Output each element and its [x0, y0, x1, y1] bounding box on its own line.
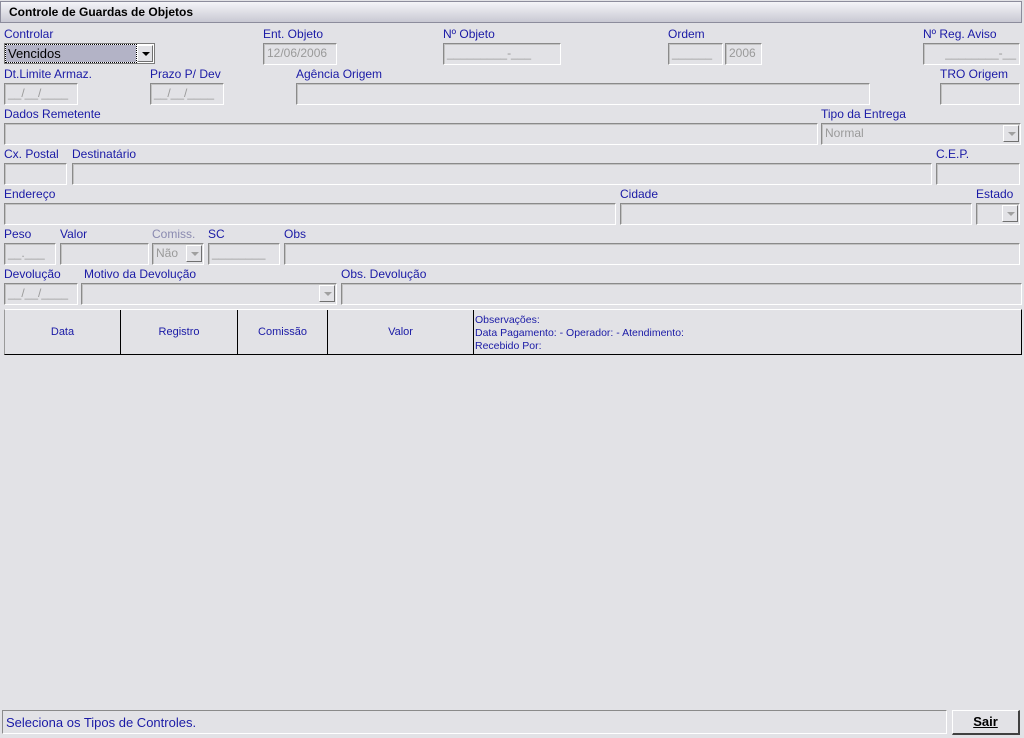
devolucao-label: Devolução: [4, 267, 61, 281]
comiss-value: Não: [156, 246, 179, 260]
dt-limite-field[interactable]: __/__/____: [4, 83, 78, 105]
endereco-label: Endereço: [4, 187, 56, 201]
ent-objeto-field[interactable]: 12/06/2006: [263, 43, 337, 65]
n-reg-aviso-label: Nº Reg. Aviso: [923, 27, 997, 41]
chevron-down-icon[interactable]: [137, 45, 153, 62]
notes-recebido: Recebido Por:: [475, 340, 542, 352]
status-bar: Seleciona os Tipos de Controles.: [2, 710, 947, 734]
motivo-devolucao-label: Motivo da Devolução: [84, 267, 197, 281]
obs-field[interactable]: [284, 243, 1020, 265]
column-header-notes: Observações: Data Pagamento: - Operador:…: [475, 314, 684, 353]
tipo-entrega-label: Tipo da Entrega: [821, 107, 906, 121]
column-header-valor[interactable]: Valor: [328, 310, 474, 354]
cep-field[interactable]: [936, 163, 1020, 185]
n-objeto-label: Nº Objeto: [443, 27, 495, 41]
peso-label: Peso: [4, 227, 32, 241]
cidade-label: Cidade: [620, 187, 659, 201]
ordem-year-field[interactable]: 2006: [725, 43, 762, 65]
dados-remetente-field[interactable]: [4, 123, 818, 145]
agencia-origem-field[interactable]: [296, 83, 870, 105]
cx-postal-label: Cx. Postal: [4, 147, 59, 161]
agencia-origem-label: Agência Origem: [296, 67, 383, 81]
controlar-dropdown[interactable]: Vencidos: [4, 43, 155, 64]
tipo-entrega-dropdown[interactable]: Normal: [821, 123, 1021, 145]
controlar-label: Controlar: [4, 27, 54, 41]
sair-button[interactable]: Sair: [952, 710, 1020, 735]
n-reg-aviso-field[interactable]: ________-__: [923, 43, 1020, 65]
status-text: Seleciona os Tipos de Controles.: [6, 715, 197, 730]
ent-objeto-label: Ent. Objeto: [263, 27, 324, 41]
dt-limite-label: Dt.Limite Armaz.: [4, 67, 93, 81]
estado-dropdown[interactable]: [976, 203, 1020, 225]
sc-field[interactable]: ________: [208, 243, 280, 265]
column-header-comissao[interactable]: Comissão: [238, 310, 328, 354]
comiss-label: Comiss.: [152, 227, 196, 241]
valor-field[interactable]: [60, 243, 149, 265]
tro-origem-label: TRO Origem: [940, 67, 1009, 81]
prazo-dev-label: Prazo P/ Dev: [150, 67, 221, 81]
destinatario-field[interactable]: [72, 163, 932, 185]
cidade-field[interactable]: [620, 203, 972, 225]
chevron-down-icon[interactable]: [319, 285, 335, 302]
destinatario-label: Destinatário: [72, 147, 137, 161]
tipo-entrega-value: Normal: [825, 126, 864, 140]
controlar-value: Vencidos: [5, 44, 137, 63]
window-title: Controle de Guardas de Objetos: [9, 5, 194, 19]
peso-field[interactable]: __.___: [4, 243, 56, 265]
notes-observacoes: Observações:: [475, 314, 540, 326]
tro-origem-field[interactable]: [940, 83, 1020, 105]
ordem-label: Ordem: [668, 27, 705, 41]
records-grid-header: Data Registro Comissão Valor Observações…: [4, 309, 1022, 355]
estado-label: Estado: [976, 187, 1014, 201]
obs-label: Obs: [284, 227, 307, 241]
obs-devolucao-field[interactable]: [341, 283, 1022, 305]
column-header-registro[interactable]: Registro: [121, 310, 238, 354]
sc-label: SC: [208, 227, 225, 241]
valor-label: Valor: [60, 227, 88, 241]
chevron-down-icon[interactable]: [186, 245, 202, 262]
motivo-devolucao-dropdown[interactable]: [81, 283, 337, 305]
notes-pagamento: Data Pagamento: - Operador: - Atendiment…: [475, 327, 684, 339]
cx-postal-field[interactable]: [4, 163, 67, 185]
prazo-dev-field[interactable]: __/__/____: [150, 83, 224, 105]
dados-remetente-label: Dados Remetente: [4, 107, 101, 121]
comiss-dropdown[interactable]: Não: [152, 243, 204, 265]
n-objeto-field[interactable]: _________-___: [443, 43, 561, 65]
chevron-down-icon[interactable]: [1003, 125, 1019, 142]
cep-label: C.E.P.: [936, 147, 970, 161]
column-header-data[interactable]: Data: [5, 310, 121, 354]
devolucao-field[interactable]: __/__/____: [4, 283, 78, 305]
chevron-down-icon[interactable]: [1002, 205, 1018, 222]
obs-devolucao-label: Obs. Devolução: [341, 267, 427, 281]
endereco-field[interactable]: [4, 203, 616, 225]
ordem-field[interactable]: ______: [668, 43, 723, 65]
